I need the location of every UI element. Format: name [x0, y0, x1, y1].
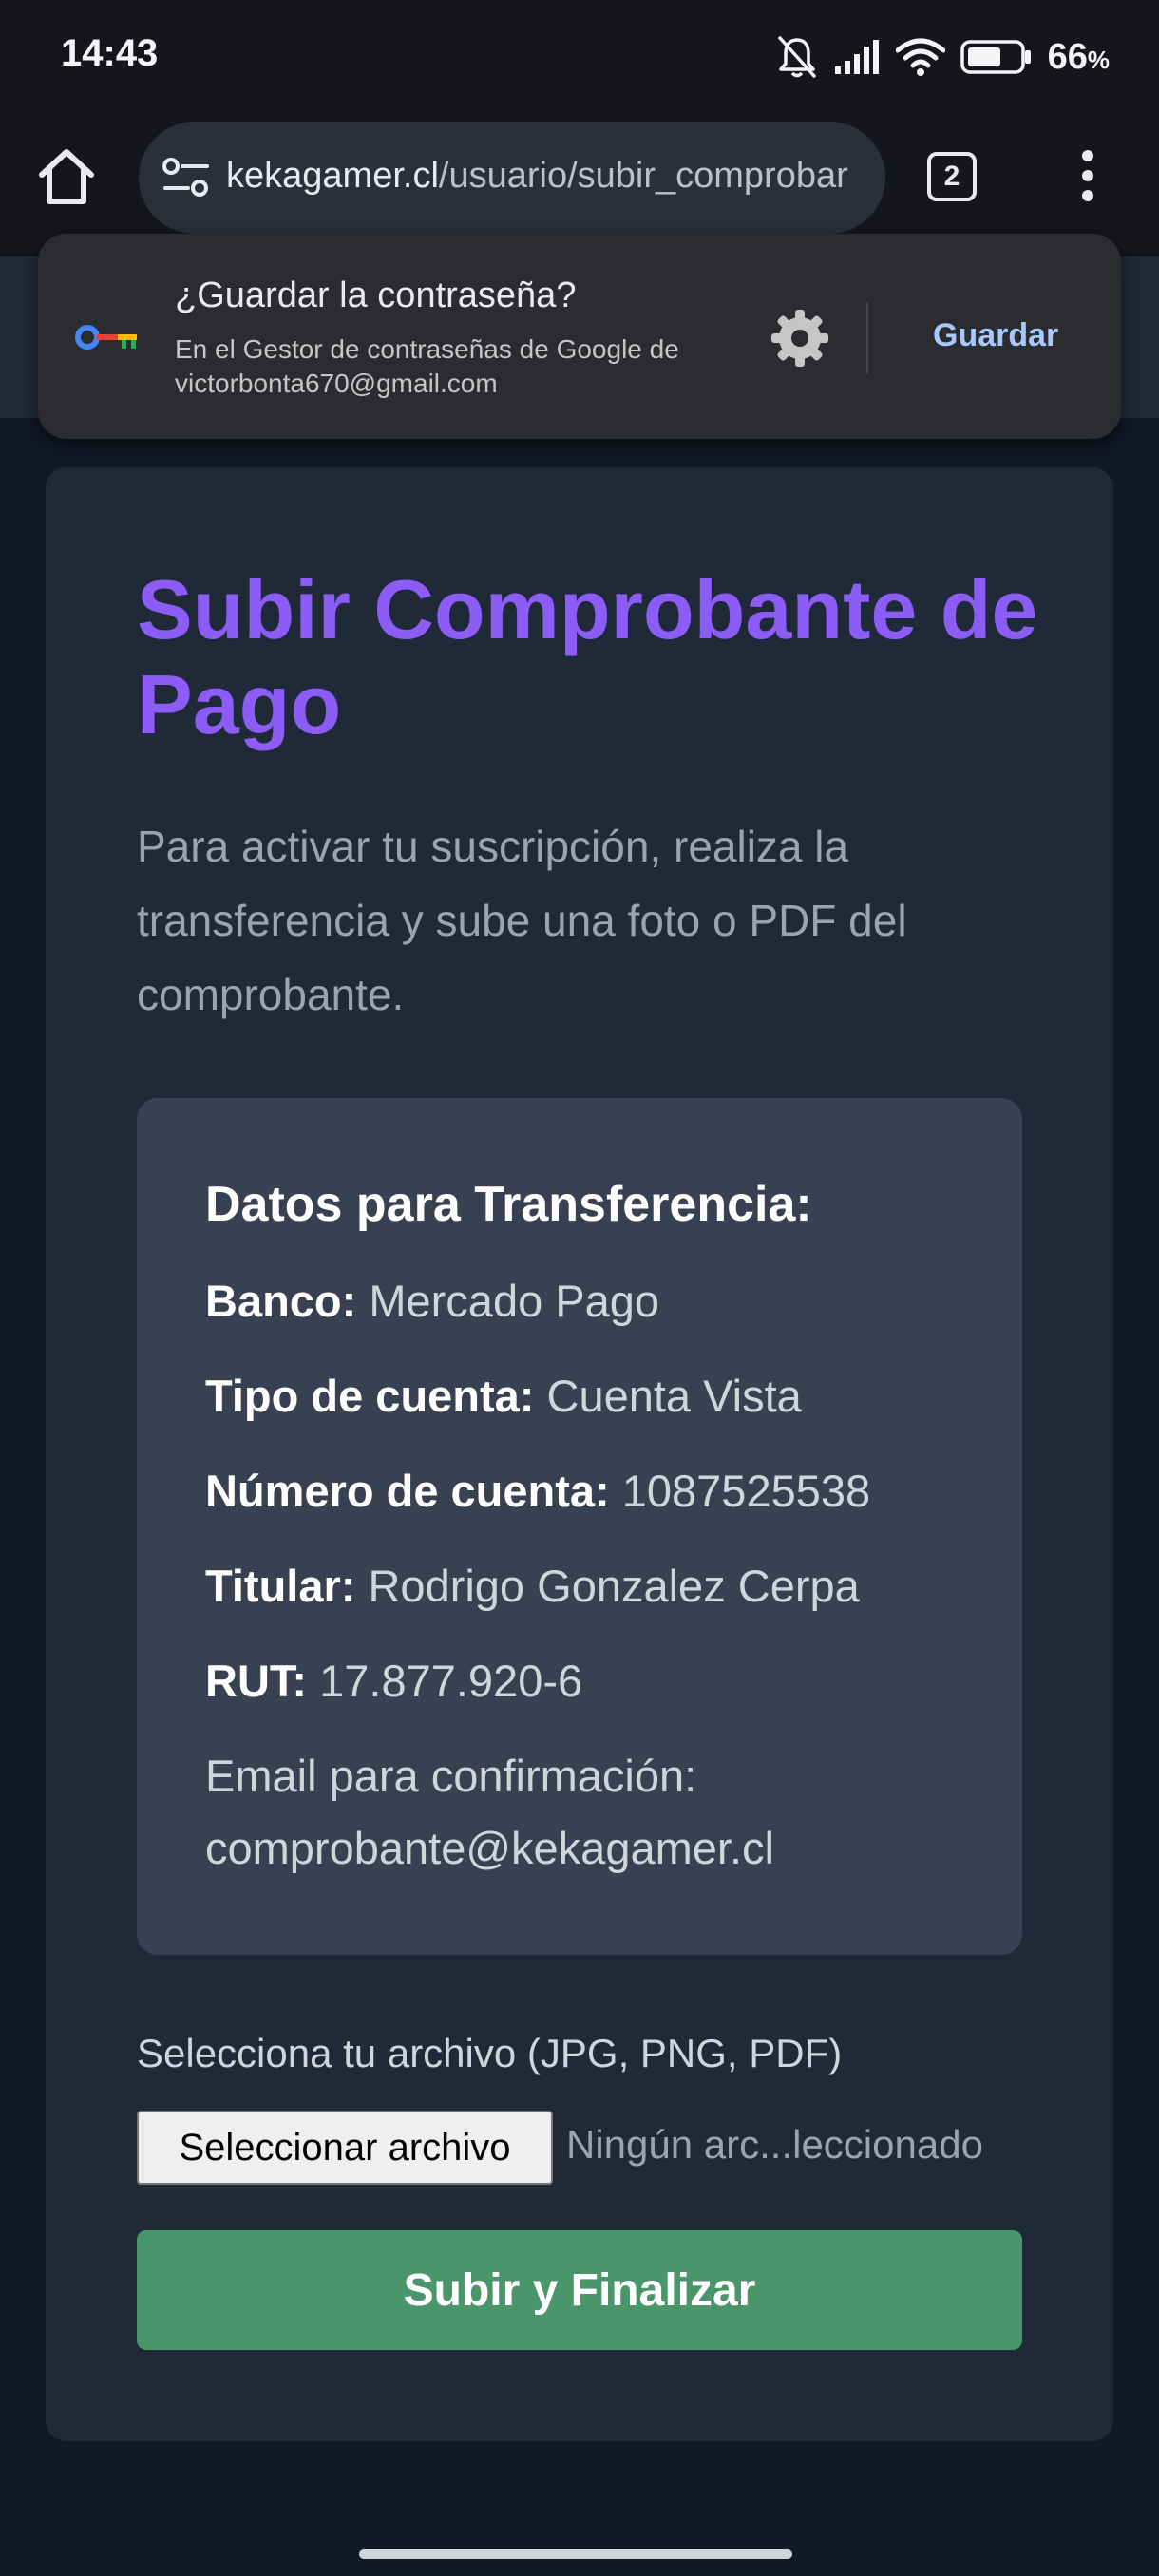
status-time: 14:43 [61, 32, 159, 74]
page-title: Subir Comprobante de Pago [137, 562, 1038, 751]
file-status: Ningún arc...leccionado [566, 2122, 983, 2167]
save-password-button[interactable]: Guardar [933, 317, 1058, 354]
submit-button[interactable]: Subir y Finalizar [137, 2230, 1022, 2350]
gear-icon[interactable] [766, 304, 834, 372]
account-type-row: Tipo de cuenta: Cuenta Vista [205, 1370, 802, 1422]
url-domain: kekagamer.cl [226, 156, 439, 196]
bank-row: Banco: Mercado Pago [205, 1275, 659, 1327]
email-value: comprobante@kekagamer.cl [205, 1823, 774, 1873]
battery-percent: 66 [1047, 36, 1088, 77]
wifi-icon [895, 38, 945, 76]
home-button[interactable] [32, 142, 101, 211]
status-icons: 66% [776, 27, 1110, 87]
address-bar[interactable]: kekagamer.cl/usuario/subir_comprobar [139, 122, 885, 234]
battery-icon [960, 40, 1031, 74]
account-type-value: Cuenta Vista [546, 1371, 802, 1421]
account-type-label: Tipo de cuenta: [205, 1371, 535, 1421]
more-menu-icon[interactable] [1074, 150, 1102, 205]
url-path: /usuario/subir_comprobar [438, 156, 848, 196]
holder-row: Titular: Rodrigo Gonzalez Cerpa [205, 1560, 860, 1612]
account-number-value: 1087525538 [621, 1466, 871, 1516]
status-bar: 14:43 66% [0, 0, 1159, 114]
bell-off-icon [777, 36, 816, 78]
url-text[interactable]: kekagamer.cl/usuario/subir_comprobar [226, 156, 863, 197]
popup-divider [866, 302, 868, 374]
password-save-prompt: ¿Guardar la contraseña? En el Gestor de … [38, 234, 1121, 439]
choose-file-button[interactable]: Seleccionar archivo [137, 2111, 553, 2185]
home-indicator[interactable] [359, 2549, 792, 2559]
battery-unit: % [1087, 45, 1110, 74]
upload-card: Subir Comprobante de Pago Para activar t… [46, 467, 1113, 2441]
rut-label: RUT: [205, 1656, 308, 1706]
password-prompt-title: ¿Guardar la contraseña? [175, 275, 577, 315]
transfer-heading: Datos para Transferencia: [205, 1177, 812, 1232]
email-label: Email para confirmación: [205, 1751, 697, 1801]
rut-row: RUT: 17.877.920-6 [205, 1655, 582, 1707]
tab-switcher-button[interactable]: 2 [927, 152, 977, 201]
page-description: Para activar tu suscripción, realiza la … [137, 822, 907, 1019]
password-prompt-subtitle: En el Gestor de contraseñas de Google de… [175, 334, 679, 398]
transfer-details-box: Datos para Transferencia: Banco: Mercado… [137, 1098, 1022, 1955]
holder-value: Rodrigo Gonzalez Cerpa [368, 1561, 860, 1611]
bank-value: Mercado Pago [369, 1276, 660, 1326]
account-number-row: Número de cuenta: 1087525538 [205, 1465, 870, 1517]
key-icon [75, 325, 137, 350]
holder-label: Titular: [205, 1561, 356, 1611]
rut-value: 17.877.920-6 [319, 1656, 583, 1706]
file-input-label: Selecciona tu archivo (JPG, PNG, PDF) [137, 2031, 843, 2075]
signal-icon [834, 40, 879, 74]
home-icon [39, 149, 94, 204]
bank-label: Banco: [205, 1276, 357, 1326]
account-number-label: Número de cuenta: [205, 1466, 610, 1516]
site-settings-icon[interactable] [162, 156, 211, 199]
